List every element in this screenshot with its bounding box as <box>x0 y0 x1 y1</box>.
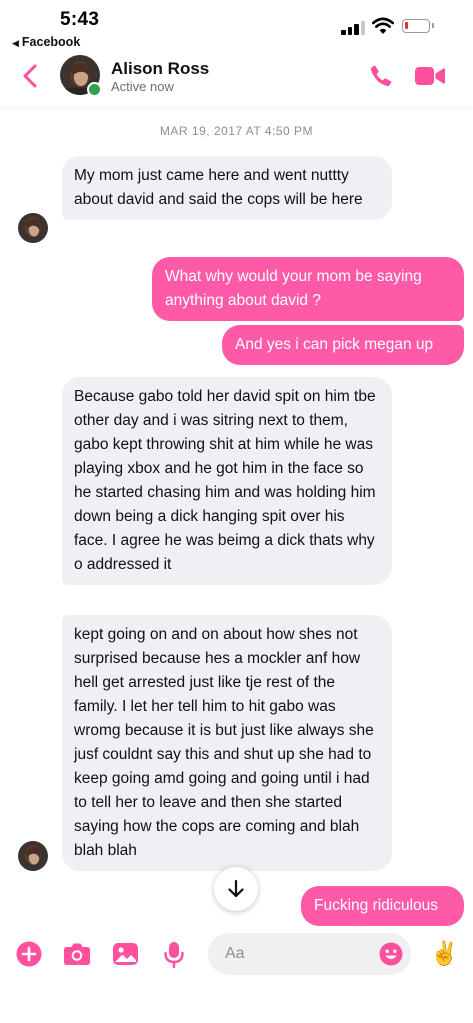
conversation-header: Alison Ross Active now <box>0 50 473 106</box>
cellular-signal-icon <box>341 21 367 35</box>
contact-name[interactable]: Alison Ross <box>111 59 209 79</box>
outgoing-message-bubble[interactable]: Fucking ridiculous <box>301 886 464 926</box>
arrow-down-icon <box>228 879 244 898</box>
outgoing-message-bubble[interactable]: What why would your mom be saying anythi… <box>152 257 464 321</box>
online-indicator <box>87 82 102 97</box>
microphone-icon[interactable] <box>163 941 185 969</box>
photo-gallery-icon[interactable] <box>112 941 139 967</box>
message-composer: Aa ✌️ <box>0 922 473 992</box>
back-to-app-link[interactable]: ◀ Facebook <box>12 35 80 49</box>
message-input[interactable]: Aa <box>208 933 411 975</box>
back-triangle-icon: ◀ <box>12 38 19 48</box>
video-call-icon[interactable] <box>415 66 445 86</box>
incoming-message-bubble[interactable]: Because gabo told her david spit on him … <box>62 377 392 585</box>
contact-avatar[interactable] <box>60 55 102 97</box>
sender-avatar[interactable] <box>18 213 48 243</box>
wifi-icon <box>372 17 394 34</box>
back-chevron-icon[interactable] <box>20 64 40 88</box>
status-bar: 5:43 ◀ Facebook <box>0 0 473 50</box>
scroll-to-bottom-button[interactable] <box>214 867 258 911</box>
outgoing-message-bubble[interactable]: And yes i can pick megan up <box>222 325 464 365</box>
back-app-label: Facebook <box>21 35 81 49</box>
sender-avatar[interactable] <box>18 841 48 871</box>
message-timestamp: MAR 19, 2017 AT 4:50 PM <box>159 124 314 138</box>
emoji-icon[interactable] <box>379 942 403 966</box>
phone-call-icon[interactable] <box>369 64 393 88</box>
status-time: 5:43 <box>60 9 100 30</box>
message-input-placeholder: Aa <box>225 945 245 962</box>
quick-reaction-button[interactable]: ✌️ <box>430 940 459 967</box>
battery-icon <box>402 19 434 33</box>
contact-status: Active now <box>111 79 174 94</box>
incoming-message-bubble[interactable]: kept going on and on about how shes not … <box>62 615 392 871</box>
add-plus-icon[interactable] <box>16 941 42 967</box>
incoming-message-bubble[interactable]: My mom just came here and went nuttty ab… <box>62 156 392 220</box>
camera-icon[interactable] <box>63 941 91 967</box>
